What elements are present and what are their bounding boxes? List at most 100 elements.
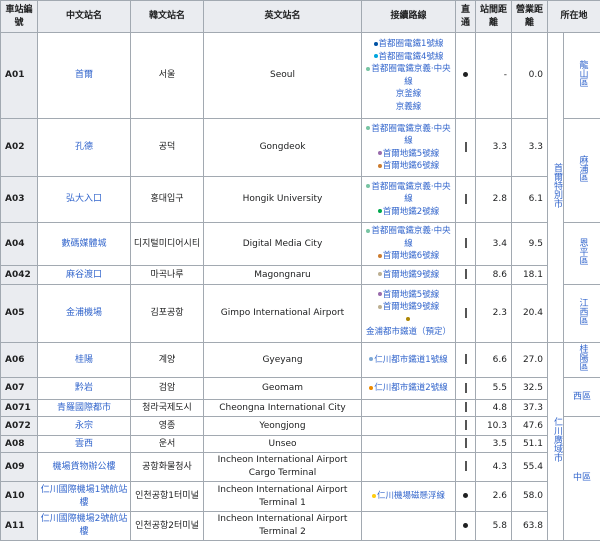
connection-link[interactable]: 首爾地鐵6號線 [383,251,439,261]
station-link[interactable]: 青羅國際都市 [57,403,111,413]
station-name-zh: 仁川國際機場2號航站樓 [37,511,131,541]
pass-bar-icon [464,307,467,318]
table-row: A09 機場貨物辦公樓 공항화물청사 Incheon International Ai… [0,452,600,482]
loc-district: 西區 [562,377,600,417]
connection-line[interactable]: 首爾地鐵5號線 [364,148,453,161]
station-link[interactable]: 數碼媒體城 [61,239,106,249]
station-link[interactable]: 仁川國際機場1號航站樓 [41,485,128,508]
station-code: A08 [0,435,38,453]
header-cum[interactable]: 營業距離 [511,0,548,33]
loc-incheon-link[interactable]: 仁川廣域市 [550,417,563,462]
connection-link[interactable]: 首都圈電鐵1號線 [379,39,444,49]
loc-district-link[interactable]: 龍山區 [576,60,589,87]
connection-line[interactable]: 首爾地鐵2號線 [364,206,453,219]
station-distance: 10.3 [475,416,512,436]
station-code: A03 [0,176,38,223]
table-row: A11 仁川國際機場2號航站樓 인천공항2터미널 Incheon Internatio… [0,511,600,541]
connection-link[interactable]: 首爾地鐵9號線 [383,270,439,280]
connection-link[interactable]: 首爾地鐵5號線 [383,290,439,300]
header-loc[interactable]: 所在地 [546,0,600,33]
station-name-ko: 검암 [130,377,204,400]
connection-line[interactable]: 首爾地鐵6號線 [364,250,453,263]
connection-line[interactable]: 京釜線 [364,88,453,101]
connection-link[interactable]: 首爾地鐵9號線 [383,302,439,312]
connection-link[interactable]: 首都圈電鐵京義·中央線 [371,124,450,147]
stop-dot-icon [463,522,468,528]
line-color-icon [377,304,382,309]
station-link[interactable]: 永宗 [75,421,93,431]
station-name-zh: 青羅國際都市 [37,399,131,417]
header-conn[interactable]: 接續路線 [361,0,456,33]
station-code: A11 [0,511,38,541]
connection-line[interactable]: 仁川都市鐵道1號線 [364,354,453,367]
station-link[interactable]: 雲西 [75,439,93,449]
line-color-icon [377,209,382,214]
loc-district-link[interactable]: 中區 [573,472,591,485]
cumulative-distance: 47.6 [511,416,548,436]
station-link[interactable]: 黔岩 [75,383,93,393]
station-link[interactable]: 桂陽 [75,355,93,365]
connection-line[interactable]: 金浦都市鐵道（預定） [364,314,453,339]
loc-district-link[interactable]: 西區 [573,391,591,404]
connection-line[interactable]: 首爾地鐵6號線 [364,160,453,173]
connection-link[interactable]: 首爾地鐵5號線 [383,149,439,159]
table-row: A08 雲西 운서 Unseo 3.5 51.1 [0,435,600,453]
connection-link[interactable]: 京義線 [396,102,422,112]
header-dist[interactable]: 站間距離 [475,0,512,33]
connection-link[interactable]: 首爾地鐵2號線 [383,207,439,217]
loc-seoul-link[interactable]: 首爾特別市 [550,163,563,208]
connections-cell: 仁川機場磁懸浮線 [361,481,456,512]
station-link[interactable]: 金浦機場 [66,308,102,318]
station-name-ko: 김포공항 [130,284,204,343]
station-name-ko: 마곡나루 [130,265,204,285]
connection-line[interactable]: 首爾地鐵5號線 [364,289,453,302]
station-link[interactable]: 麻谷渡口 [66,270,102,280]
connection-link[interactable]: 仁川都市鐵道1號線 [374,355,447,365]
station-name-en: Hongik University [203,176,362,223]
station-distance: 2.3 [475,284,512,343]
connection-line[interactable]: 首都圈電鐵京義·中央線 [364,63,453,88]
connection-link[interactable]: 金浦都市鐵道（預定） [366,327,451,337]
connection-link[interactable]: 首都圈電鐵京義·中央線 [371,226,450,249]
station-distance: 2.6 [475,481,512,512]
connection-link[interactable]: 首都圈電鐵京義·中央線 [371,182,450,205]
connection-line[interactable]: 首都圈電鐵京義·中央線 [364,123,453,148]
header-zh[interactable]: 中文站名 [37,0,131,33]
station-link[interactable]: 首爾 [75,70,93,80]
loc-district-link[interactable]: 恩平區 [576,238,589,265]
connection-link[interactable]: 首都圈電鐵4號線 [379,52,444,62]
loc-incheon: 仁川廣域市 [547,342,564,541]
pass-bar-icon [464,141,467,152]
connection-link[interactable]: 京釜線 [396,89,422,99]
cumulative-distance: 63.8 [511,511,548,541]
loc-district: 麻浦區 [562,118,600,223]
loc-district-link[interactable]: 江西區 [576,298,589,325]
loc-district-link[interactable]: 桂陽區 [576,344,589,371]
header-en[interactable]: 英文站名 [203,0,362,33]
header-code[interactable]: 車站編號 [0,0,38,33]
connection-line[interactable]: 首都圈電鐵京義·中央線 [364,225,453,250]
connection-link[interactable]: 首都圈電鐵京義·中央線 [371,64,450,87]
connection-line[interactable]: 首都圈電鐵京義·中央線 [364,181,453,206]
station-name-en: Magongnaru [203,265,362,285]
connection-line[interactable]: 首都圈電鐵4號線 [364,51,453,64]
direct-cell [455,435,476,453]
connection-line[interactable]: 京義線 [364,101,453,114]
connection-line[interactable]: 首爾地鐵9號線 [364,269,453,282]
connection-line[interactable]: 首都圈電鐵1號線 [364,38,453,51]
connection-link[interactable]: 仁川機場磁懸浮線 [377,491,445,501]
station-link[interactable]: 機場貨物辦公樓 [52,462,115,472]
station-link[interactable]: 仁川國際機場2號航站樓 [41,514,128,537]
cumulative-distance: 3.3 [511,118,548,177]
connection-line[interactable]: 首爾地鐵9號線 [364,301,453,314]
loc-district-link[interactable]: 麻浦區 [576,155,589,182]
station-link[interactable]: 弘大入口 [66,194,102,204]
header-direct[interactable]: 直通 [455,0,476,33]
station-link[interactable]: 孔德 [75,142,93,152]
connection-link[interactable]: 仁川都市鐵道2號線 [374,383,447,393]
connection-line[interactable]: 仁川都市鐵道2號線 [364,382,453,395]
connection-link[interactable]: 首爾地鐵6號線 [383,161,439,171]
station-name-ko: 공항화물청사 [130,452,204,482]
header-ko[interactable]: 韓文站名 [130,0,204,33]
connection-line[interactable]: 仁川機場磁懸浮線 [364,490,453,503]
